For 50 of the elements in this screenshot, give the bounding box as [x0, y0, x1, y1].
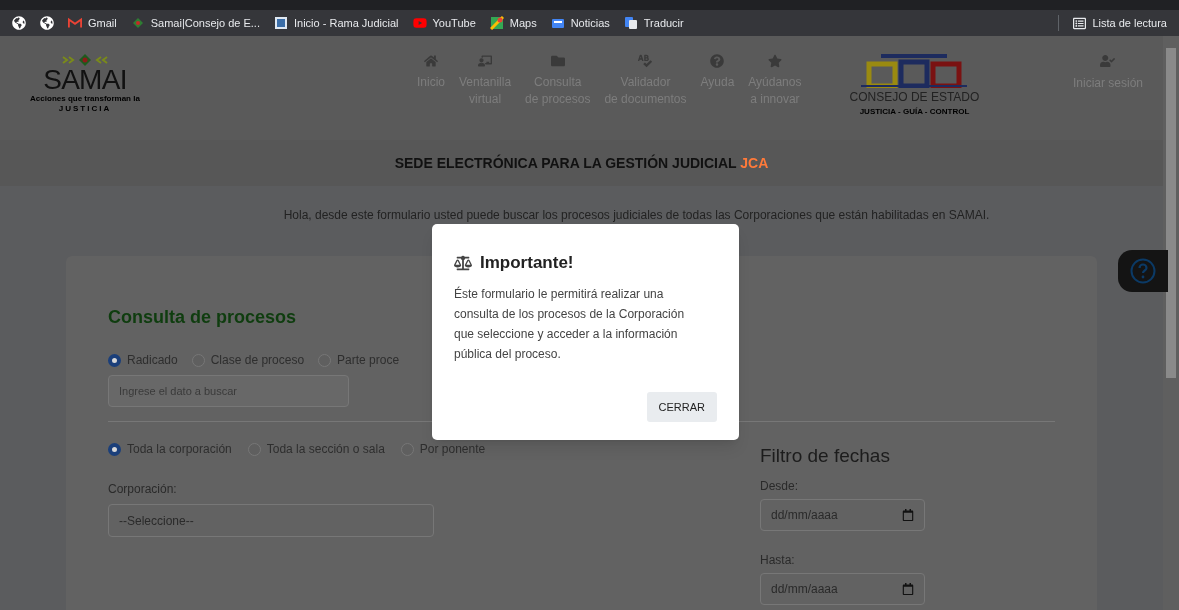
radio-button[interactable]	[108, 442, 121, 456]
bookmark[interactable]: Inicio - Rama Judicial	[274, 14, 399, 32]
globe-icon[interactable]	[12, 16, 26, 30]
consejo-logo[interactable]: CONSEJO DE ESTADO JUSTICIA - GUÍA - CONTROL	[829, 54, 1000, 118]
bookmark[interactable]: YouTube	[412, 14, 476, 32]
home-icon	[424, 54, 438, 68]
modal-title: Importante!	[480, 252, 574, 274]
bookmark[interactable]: Noticias	[550, 14, 610, 32]
folder-icon	[550, 54, 565, 68]
help-icon	[1130, 258, 1156, 284]
modal-body: Éste formulario le permitirá realizar una consulta de los procesos de la Corporación que seleccione y acceder a la información pública del proceso.	[454, 285, 686, 363]
picture-icon	[274, 16, 288, 30]
logo-title: SAMAI	[43, 66, 127, 94]
close-button[interactable]: CERRAR	[646, 391, 717, 422]
reading-list-button[interactable]: Lista de lectura	[1073, 14, 1167, 32]
spell-check-icon	[638, 54, 653, 68]
building-icon	[859, 54, 970, 88]
help-icon	[710, 54, 725, 68]
logo-motto: JUSTICIA - GUÍA - CONTROL	[859, 106, 970, 118]
field-label: Hasta:	[760, 551, 796, 569]
logo-subtitle: JUSTICIA	[58, 104, 112, 114]
globe-icon[interactable]	[40, 16, 54, 30]
logo-title: CONSEJO DE ESTADO	[849, 89, 980, 106]
user-check-icon	[1100, 54, 1116, 68]
date-field[interactable]: dd/mm/aaaa	[760, 572, 925, 605]
calendar-icon	[902, 508, 914, 521]
field-label: Corporación:	[108, 481, 178, 498]
logo-tagline: Acciones que transforman la	[30, 94, 140, 104]
help-button[interactable]	[1118, 250, 1168, 292]
bookmark[interactable]: Samai|Consejo de E...	[130, 14, 260, 32]
form-title: Consulta de procesos	[108, 306, 297, 329]
scale-icon	[454, 254, 472, 271]
date-field[interactable]: dd/mm/aaaa	[760, 498, 925, 531]
samai-logo[interactable]: SAMAI Acciones que transforman la JUSTICIA	[20, 54, 150, 114]
bookmark[interactable]: Maps	[489, 14, 537, 32]
mail-icon	[68, 16, 82, 30]
calendar-icon	[902, 582, 914, 595]
section-title: Filtro de fechas	[760, 444, 891, 468]
radio-button[interactable]	[108, 353, 121, 367]
bookmark[interactable]: Gmail	[68, 14, 117, 32]
map-pin-icon	[489, 16, 504, 30]
banner-title: SEDE ELECTRÓNICA PARA LA GESTIÓN JUDICIAL JCA	[394, 153, 769, 173]
star-icon	[767, 54, 782, 68]
presenter-board-icon	[478, 54, 493, 68]
intro-text: Hola, desde este formulario usted puede buscar los procesos judiciales de todas las Corporaciones que están habilitadas en SAMAI.	[282, 207, 990, 224]
play-icon	[412, 16, 427, 30]
corporation-select[interactable]: --Seleccione--	[108, 504, 434, 537]
list-icon	[1073, 16, 1087, 30]
field-label: Desde:	[760, 477, 800, 495]
bookmark[interactable]: Traducir	[623, 14, 684, 32]
